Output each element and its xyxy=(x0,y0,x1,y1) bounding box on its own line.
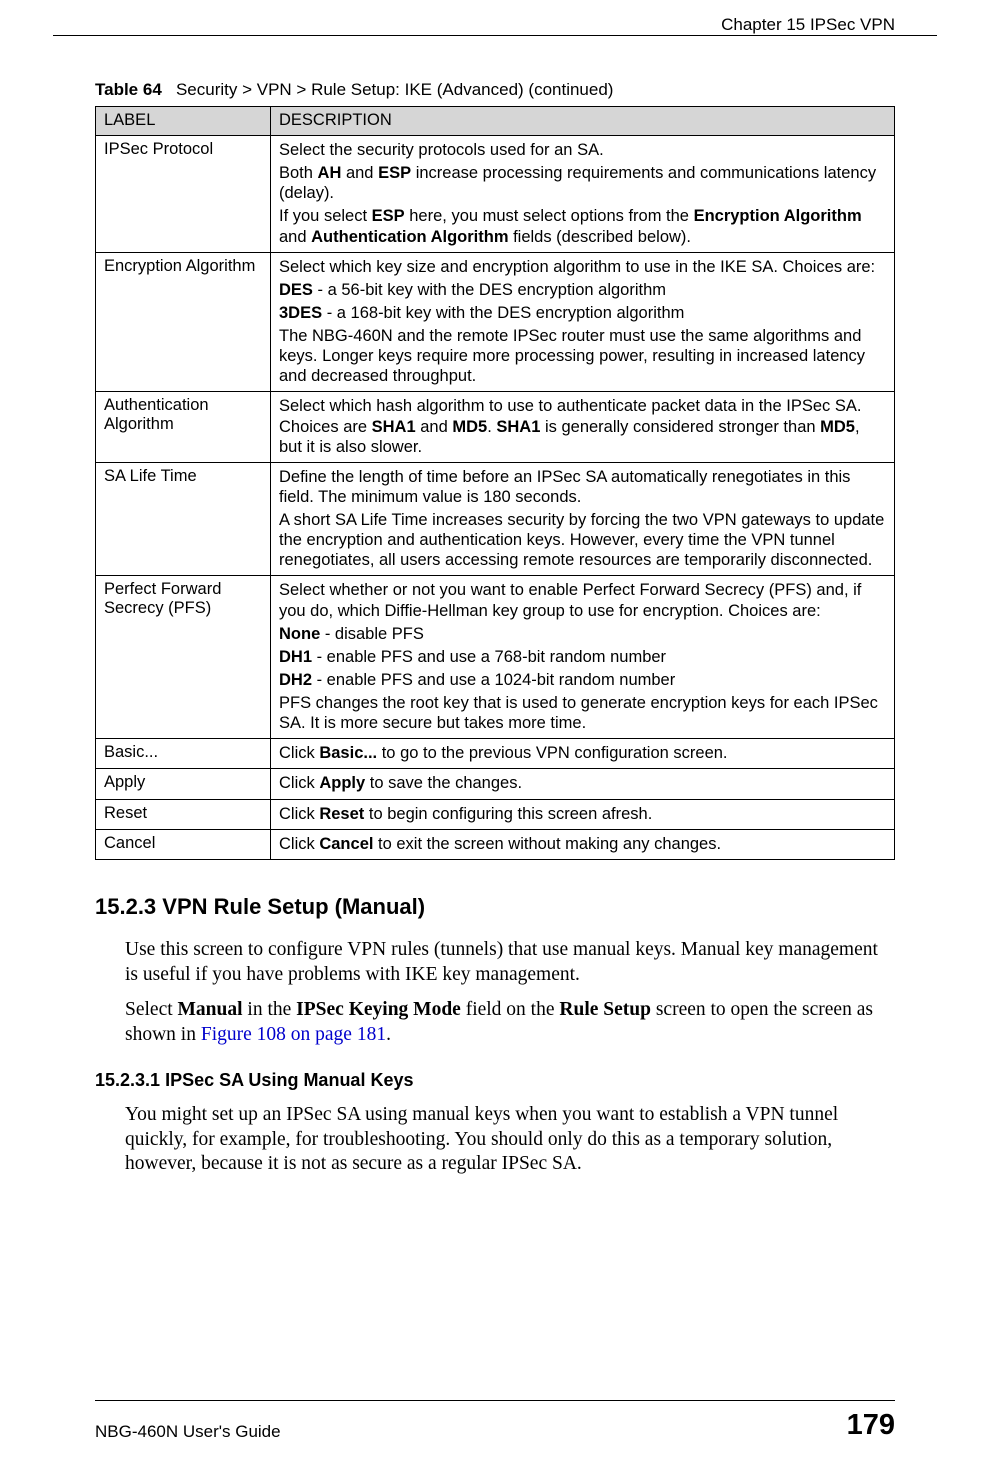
table-number: Table 64 xyxy=(95,80,162,99)
row-label: Apply xyxy=(96,769,271,799)
desc-paragraph: DH2 - enable PFS and use a 1024-bit rand… xyxy=(279,670,886,690)
table-row: Reset Click Reset to begin configuring t… xyxy=(96,799,895,829)
table-header-row: LABEL DESCRIPTION xyxy=(96,107,895,136)
row-label: IPSec Protocol xyxy=(96,136,271,253)
row-label: Perfect Forward Secrecy (PFS) xyxy=(96,576,271,739)
row-desc: Select whether or not you want to enable… xyxy=(271,576,895,739)
footer-page-number: 179 xyxy=(847,1409,895,1442)
row-desc: Click Apply to save the changes. xyxy=(271,769,895,799)
table-row: Cancel Click Cancel to exit the screen w… xyxy=(96,829,895,859)
desc-paragraph: If you select ESP here, you must select … xyxy=(279,206,886,246)
col-header-description: DESCRIPTION xyxy=(271,107,895,136)
table-row: Authentication Algorithm Select which ha… xyxy=(96,392,895,462)
table-row: IPSec Protocol Select the security proto… xyxy=(96,136,895,253)
desc-paragraph: The NBG-460N and the remote IPSec router… xyxy=(279,326,886,386)
description-table: LABEL DESCRIPTION IPSec Protocol Select … xyxy=(95,106,895,860)
row-label: Encryption Algorithm xyxy=(96,252,271,392)
desc-paragraph: PFS changes the root key that is used to… xyxy=(279,693,886,733)
row-desc: Click Cancel to exit the screen without … xyxy=(271,829,895,859)
footer-guide-name: NBG-460N User's Guide xyxy=(95,1422,281,1442)
body-paragraph: Use this screen to configure VPN rules (… xyxy=(125,938,895,988)
desc-paragraph: Select the security protocols used for a… xyxy=(279,140,886,160)
row-desc: Select the security protocols used for a… xyxy=(271,136,895,253)
section-heading: 15.2.3 VPN Rule Setup (Manual) xyxy=(95,894,895,920)
row-desc: Click Basic... to go to the previous VPN… xyxy=(271,739,895,769)
table-row: Perfect Forward Secrecy (PFS) Select whe… xyxy=(96,576,895,739)
row-desc: Select which hash algorithm to use to au… xyxy=(271,392,895,462)
desc-paragraph: Select which hash algorithm to use to au… xyxy=(279,396,886,456)
desc-paragraph: Click Basic... to go to the previous VPN… xyxy=(279,743,886,763)
desc-paragraph: Select which key size and encryption alg… xyxy=(279,257,886,277)
page-footer: NBG-460N User's Guide 179 xyxy=(95,1400,895,1442)
table-row: Basic... Click Basic... to go to the pre… xyxy=(96,739,895,769)
row-desc: Define the length of time before an IPSe… xyxy=(271,462,895,576)
desc-paragraph: Select whether or not you want to enable… xyxy=(279,580,886,620)
desc-paragraph: None - disable PFS xyxy=(279,624,886,644)
desc-paragraph: Click Cancel to exit the screen without … xyxy=(279,834,886,854)
row-label: SA Life Time xyxy=(96,462,271,576)
desc-paragraph: Click Apply to save the changes. xyxy=(279,773,886,793)
desc-paragraph: Define the length of time before an IPSe… xyxy=(279,467,886,507)
table-caption-text: Security > VPN > Rule Setup: IKE (Advanc… xyxy=(176,80,614,99)
desc-paragraph: Both AH and ESP increase processing requ… xyxy=(279,163,886,203)
page-header-chapter: Chapter 15 IPSec VPN xyxy=(721,15,895,35)
table-row: Encryption Algorithm Select which key si… xyxy=(96,252,895,392)
subsection-heading: 15.2.3.1 IPSec SA Using Manual Keys xyxy=(95,1070,895,1091)
row-label: Reset xyxy=(96,799,271,829)
desc-paragraph: DH1 - enable PFS and use a 768-bit rando… xyxy=(279,647,886,667)
figure-link[interactable]: Figure 108 on page 181 xyxy=(201,1024,386,1045)
desc-paragraph: DES - a 56-bit key with the DES encrypti… xyxy=(279,280,886,300)
desc-paragraph: 3DES - a 168-bit key with the DES encryp… xyxy=(279,303,886,323)
row-desc: Select which key size and encryption alg… xyxy=(271,252,895,392)
row-desc: Click Reset to begin configuring this sc… xyxy=(271,799,895,829)
body-paragraph: You might set up an IPSec SA using manua… xyxy=(125,1103,895,1178)
desc-paragraph: A short SA Life Time increases security … xyxy=(279,510,886,570)
desc-paragraph: Click Reset to begin configuring this sc… xyxy=(279,804,886,824)
table-row: SA Life Time Define the length of time b… xyxy=(96,462,895,576)
row-label: Cancel xyxy=(96,829,271,859)
body-paragraph: Select Manual in the IPSec Keying Mode f… xyxy=(125,998,895,1048)
table-row: Apply Click Apply to save the changes. xyxy=(96,769,895,799)
table-caption: Table 64 Security > VPN > Rule Setup: IK… xyxy=(95,80,895,100)
row-label: Basic... xyxy=(96,739,271,769)
row-label: Authentication Algorithm xyxy=(96,392,271,462)
col-header-label: LABEL xyxy=(96,107,271,136)
